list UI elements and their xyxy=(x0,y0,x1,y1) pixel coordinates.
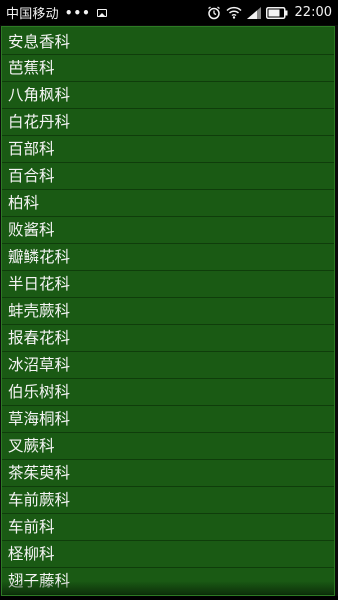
list-item[interactable]: 白花丹科 xyxy=(2,109,334,136)
screen: 中国移动 ••• 22:00 安息香科 芭蕉科 八角枫科 白花丹科 百部科 百合… xyxy=(0,0,338,600)
list-item[interactable]: 八角枫科 xyxy=(2,82,334,109)
list-item[interactable]: 败酱科 xyxy=(2,217,334,244)
list-item[interactable]: 百合科 xyxy=(2,163,334,190)
list-item[interactable]: 报春花科 xyxy=(2,325,334,352)
status-left: 中国移动 ••• xyxy=(6,3,207,22)
battery-icon xyxy=(265,6,288,19)
list-item[interactable]: 伯乐树科 xyxy=(2,379,334,406)
image-icon xyxy=(96,8,107,17)
list-item[interactable]: 车前蕨科 xyxy=(2,487,334,514)
signal-icon xyxy=(246,6,261,19)
list-item[interactable]: 柏科 xyxy=(2,190,334,217)
list-item[interactable]: 翅子藤科 xyxy=(2,568,334,595)
notification-dots: ••• xyxy=(64,5,91,20)
list-item[interactable]: 蚌壳蕨科 xyxy=(2,298,334,325)
list-item[interactable]: 茶茱萸科 xyxy=(2,460,334,487)
status-bar: 中国移动 ••• 22:00 xyxy=(0,0,338,25)
list-item[interactable]: 芭蕉科 xyxy=(2,55,334,82)
family-list[interactable]: 安息香科 芭蕉科 八角枫科 白花丹科 百部科 百合科 柏科 败酱科 瓣鳞花科 半日花科 蚌壳蕨科 报春… xyxy=(2,27,334,595)
list-item[interactable]: 叉蕨科 xyxy=(2,433,334,460)
list-item[interactable]: 冰沼草科 xyxy=(2,352,334,379)
list-item[interactable]: 草海桐科 xyxy=(2,406,334,433)
list-item[interactable]: 安息香科 xyxy=(2,27,334,55)
status-right: 22:00 xyxy=(207,5,332,20)
clock: 22:00 xyxy=(294,5,332,20)
list-item[interactable]: 瓣鳞花科 xyxy=(2,244,334,271)
list-item[interactable]: 百部科 xyxy=(2,136,334,163)
bottom-strip xyxy=(0,596,338,600)
alarm-icon xyxy=(207,5,221,20)
list-item[interactable]: 车前科 xyxy=(2,514,334,541)
carrier-label: 中国移动 xyxy=(6,7,59,22)
family-list-panel[interactable]: 安息香科 芭蕉科 八角枫科 白花丹科 百部科 百合科 柏科 败酱科 瓣鳞花科 半日花科 蚌壳蕨科 报春… xyxy=(1,26,335,596)
list-item[interactable]: 半日花科 xyxy=(2,271,334,298)
list-item[interactable]: 柽柳科 xyxy=(2,541,334,568)
wifi-icon xyxy=(226,6,242,19)
